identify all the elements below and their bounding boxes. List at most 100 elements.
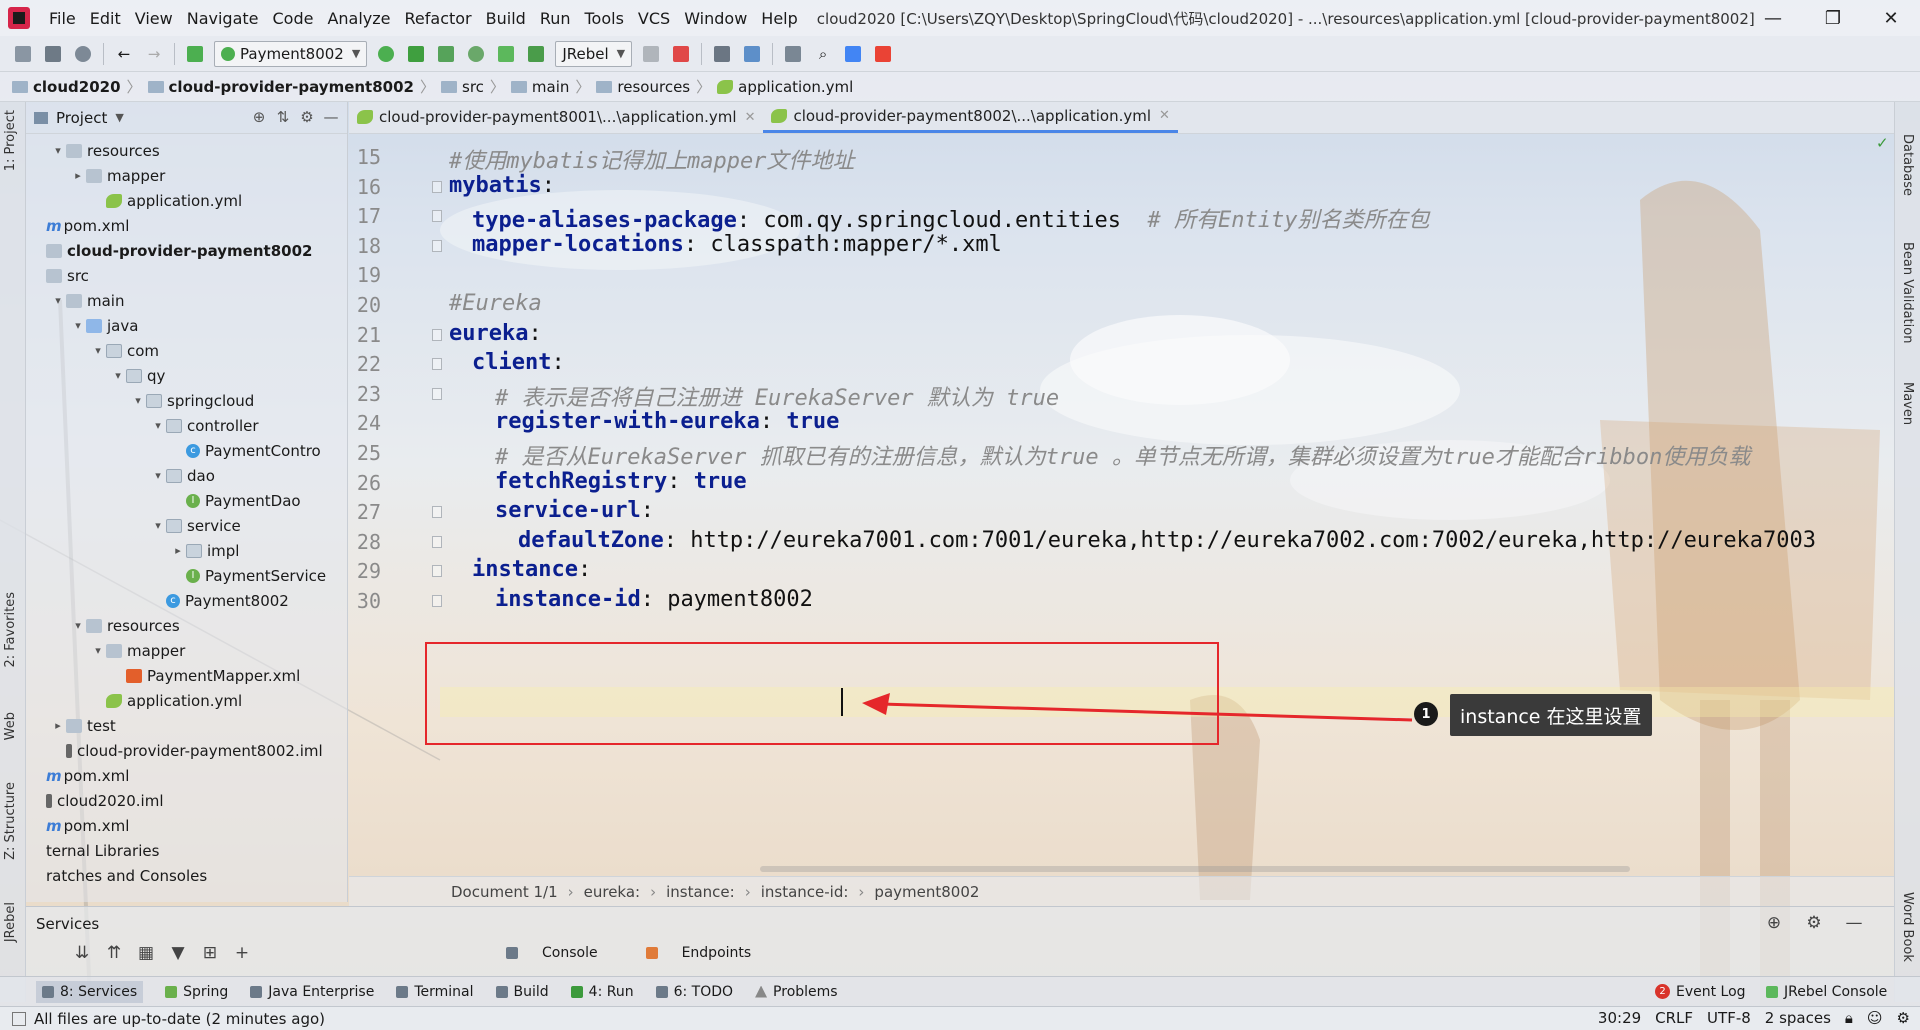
menu-view[interactable]: View (128, 9, 180, 28)
menu-vcs[interactable]: VCS (631, 9, 677, 28)
hammer-icon[interactable] (638, 41, 664, 67)
menu-navigate[interactable]: Navigate (180, 9, 266, 28)
collapse-all-icon[interactable]: ⇅ (271, 108, 295, 126)
code-line[interactable]: register-with-eureka: true (495, 409, 839, 434)
expanded-arrow-icon[interactable]: ▾ (50, 144, 66, 157)
jrebel-select[interactable]: JRebel ▼ (555, 40, 633, 67)
terminal-icon[interactable] (780, 41, 806, 67)
tree-item[interactable]: ▾ controller (150, 413, 258, 438)
fold-marker-icon[interactable] (432, 358, 442, 371)
hide-panel-icon[interactable]: — (319, 108, 343, 126)
tree-item[interactable]: ▾ service (150, 513, 241, 538)
expanded-arrow-icon[interactable]: ▾ (150, 469, 166, 482)
tree-item[interactable]: c PaymentContro (170, 438, 321, 463)
code-line[interactable]: mybatis: (449, 173, 555, 198)
new-tab-icon[interactable]: ⊞ (194, 943, 226, 963)
tool-todo[interactable]: 6: TODO (655, 984, 733, 1000)
gear-icon[interactable]: ⚙ (295, 108, 319, 126)
coverage-icon[interactable] (433, 41, 459, 67)
stripe-project[interactable]: 1: Project (3, 110, 18, 171)
tool-services[interactable]: 8: Services (36, 980, 144, 1003)
run-config-select[interactable]: Payment8002 ▼ (214, 40, 368, 67)
crumb-resources[interactable]: resources 〉 (596, 76, 711, 97)
tool-build[interactable]: Build (495, 984, 549, 1000)
tree-item[interactable]: ▾ qy (110, 363, 165, 388)
profile-icon[interactable] (463, 41, 489, 67)
tree-item[interactable]: ▾ java (70, 313, 138, 338)
crumb-src[interactable]: src 〉 (441, 76, 505, 97)
menu-analyze[interactable]: Analyze (320, 9, 397, 28)
inspector-icon[interactable]: ☺ (1867, 1009, 1883, 1027)
tree-item[interactable]: cloud2020.iml (30, 788, 164, 813)
tool-jrebel-console[interactable]: JRebel Console (1766, 984, 1887, 1000)
code-line[interactable]: instance: (472, 557, 591, 582)
menu-run[interactable]: Run (533, 9, 578, 28)
tree-item[interactable]: m pom.xml (30, 813, 129, 838)
menu-code[interactable]: Code (266, 9, 321, 28)
file-encoding[interactable]: UTF-8 (1707, 1009, 1751, 1027)
project-panel-title[interactable]: Project (56, 109, 107, 127)
expanded-arrow-icon[interactable]: ▾ (90, 644, 106, 657)
crumb-eureka[interactable]: eureka: (584, 883, 640, 901)
target-icon[interactable]: ⊕ (1754, 913, 1794, 933)
chevron-down-icon[interactable]: ▼ (115, 111, 123, 124)
open-folder-icon[interactable] (10, 41, 36, 67)
tree-item[interactable]: m pom.xml (30, 213, 129, 238)
rerun-icon[interactable] (373, 41, 399, 67)
fold-marker-icon[interactable] (432, 595, 442, 607)
translate-alt-icon[interactable] (870, 41, 896, 67)
debug-bug-icon[interactable] (403, 41, 429, 67)
menu-file[interactable]: File (42, 9, 83, 28)
save-icon[interactable] (40, 41, 66, 67)
crumb-instance-id[interactable]: instance-id: (761, 883, 849, 901)
crumb-module[interactable]: cloud-provider-payment8002 〉 (147, 76, 435, 97)
expanded-arrow-icon[interactable]: ▾ (70, 319, 86, 332)
expanded-arrow-icon[interactable]: ▾ (70, 619, 86, 632)
tree-item[interactable]: application.yml (90, 188, 242, 213)
tree-item[interactable]: ternal Libraries (30, 838, 159, 863)
jrebel-run-icon[interactable] (493, 41, 519, 67)
locate-icon[interactable]: ⊕ (247, 108, 271, 126)
tree-item[interactable]: ▾ main (50, 288, 124, 313)
back-arrow-icon[interactable]: ← (111, 41, 137, 67)
expanded-arrow-icon[interactable]: ▾ (150, 519, 166, 532)
fold-marker-icon[interactable] (432, 535, 442, 548)
code-line[interactable]: # 表示是否将自己注册进 EurekaServer 默认为 true (495, 380, 1059, 412)
jrebel-debug-icon[interactable] (523, 41, 549, 67)
tree-item[interactable]: I PaymentDao (170, 488, 301, 513)
forward-arrow-icon[interactable]: → (141, 41, 167, 67)
project-structure-icon[interactable] (739, 41, 765, 67)
sync-icon[interactable] (70, 41, 96, 67)
tree-item[interactable]: src (30, 263, 89, 288)
expanded-arrow-icon[interactable]: ▾ (130, 394, 146, 407)
status-toggle-icon[interactable] (12, 1011, 26, 1026)
code-line[interactable]: #使用mybatis记得加上mapper文件地址 (449, 143, 854, 175)
add-icon[interactable]: + (226, 943, 258, 963)
line-separator[interactable]: CRLF (1655, 1009, 1693, 1027)
code-line[interactable]: fetchRegistry: true (495, 469, 747, 494)
editor-tab-payment8001[interactable]: cloud-provider-payment8001\...\applicati… (349, 101, 763, 133)
crumb-document[interactable]: Document 1/1 (451, 883, 558, 901)
code-line[interactable]: service-url: (495, 498, 654, 523)
gear-icon[interactable]: ⚙ (1897, 1009, 1910, 1027)
tree-item[interactable]: ▾ mapper (90, 638, 185, 663)
tool-problems[interactable]: Problems (755, 984, 838, 1000)
tree-item[interactable]: cloud-provider-payment8002.iml (50, 738, 323, 763)
stripe-database[interactable]: Database (1900, 134, 1915, 196)
tree-item[interactable]: ▸ impl (170, 538, 239, 563)
code-line[interactable]: instance-id: payment8002 (495, 587, 813, 612)
translate-icon[interactable] (840, 41, 866, 67)
menu-edit[interactable]: Edit (83, 9, 128, 28)
tree-item[interactable]: ▾ com (90, 338, 159, 363)
tree-item[interactable]: ▾ dao (150, 463, 215, 488)
editor-tab-payment8002[interactable]: cloud-provider-payment8002\...\applicati… (763, 101, 1178, 133)
tab-endpoints[interactable]: Endpoints (645, 945, 776, 961)
gear-icon[interactable]: ⚙ (1794, 913, 1834, 933)
search-icon[interactable]: ⌕ (810, 41, 836, 67)
collapsed-arrow-icon[interactable]: ▸ (70, 169, 86, 182)
tool-event-log[interactable]: 2 Event Log (1655, 984, 1746, 1000)
menu-help[interactable]: Help (754, 9, 804, 28)
tree-item[interactable]: ratches and Consoles (30, 863, 207, 888)
horizontal-scrollbar[interactable] (760, 866, 1630, 872)
code-line[interactable]: type-aliases-package: com.qy.springcloud… (472, 202, 1429, 234)
